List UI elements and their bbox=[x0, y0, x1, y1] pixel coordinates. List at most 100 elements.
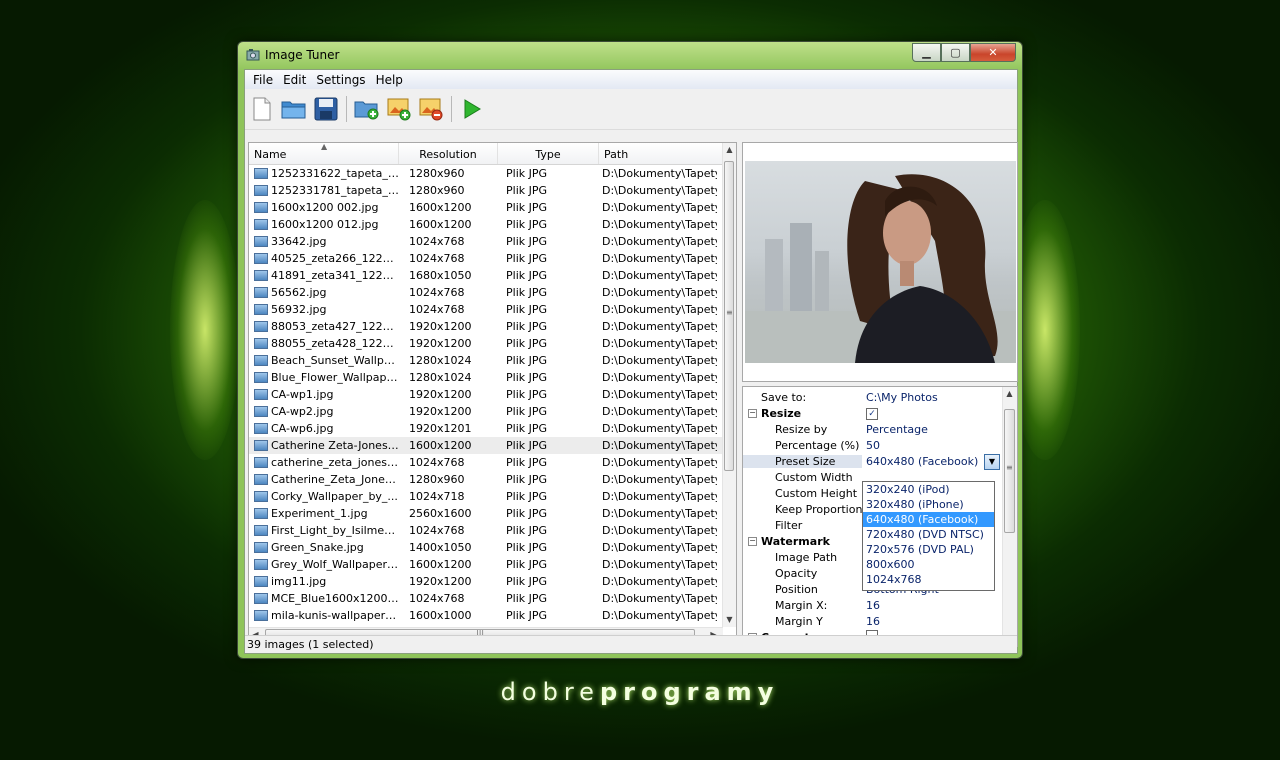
table-row[interactable]: Blue_Flower_Wallpaper... 1280x1024 Plik JP… bbox=[249, 369, 723, 386]
category-resize[interactable]: − Resize ✓ bbox=[743, 405, 1001, 421]
file-path: D:\Dokumenty\Tapety\ bbox=[602, 507, 717, 520]
file-path: D:\Dokumenty\Tapety\ bbox=[602, 320, 717, 333]
save-button[interactable] bbox=[312, 95, 340, 123]
column-resolution[interactable]: Resolution bbox=[399, 143, 498, 164]
scroll-down-icon[interactable]: ▼ bbox=[723, 613, 736, 627]
image-file-icon bbox=[254, 321, 268, 332]
prop-resize-by[interactable]: Resize by Percentage bbox=[743, 421, 1001, 437]
file-type: Plik JPG bbox=[506, 422, 548, 435]
table-row[interactable]: Corky_Wallpaper_by_... 1024x718 Plik JPG D:… bbox=[249, 488, 723, 505]
file-path: D:\Dokumenty\Tapety\ bbox=[602, 558, 717, 571]
menu-settings[interactable]: Settings bbox=[311, 73, 370, 87]
table-row[interactable]: 56562.jpg 1024x768 Plik JPG D:\Dokumenty\Ta… bbox=[249, 284, 723, 301]
minimize-button[interactable]: ▁ bbox=[912, 43, 941, 62]
table-row[interactable]: 40525_zeta266_122_4... 1024x768 Plik JPG D:… bbox=[249, 250, 723, 267]
image-file-icon bbox=[254, 610, 268, 621]
margin-y-field[interactable]: 16 bbox=[862, 615, 997, 628]
dropdown-option[interactable]: 720x480 (DVD NTSC) bbox=[863, 527, 994, 542]
menu-file[interactable]: File bbox=[248, 73, 278, 87]
maximize-button[interactable]: ▢ bbox=[941, 43, 970, 62]
table-row[interactable]: 33642.jpg 1024x768 Plik JPG D:\Dokumenty\Ta… bbox=[249, 233, 723, 250]
file-list[interactable]: Name Resolution Type Path ▲ 1252331622_t… bbox=[248, 142, 737, 644]
table-row[interactable]: CA-wp1.jpg 1920x1200 Plik JPG D:\Dokumenty\… bbox=[249, 386, 723, 403]
file-list-vertical-scrollbar[interactable]: ▲ ≡ ▼ bbox=[722, 143, 736, 627]
image-file-icon bbox=[254, 304, 268, 315]
scroll-up-icon[interactable]: ▲ bbox=[1003, 387, 1016, 401]
table-row[interactable]: Catherine_Zeta_Jones... 1280x960 Plik JPG D… bbox=[249, 471, 723, 488]
table-row[interactable]: 88055_zeta428_122_2... 1920x1200 Plik JPG D… bbox=[249, 335, 723, 352]
table-row[interactable]: First_Light_by_Isilmetri... 1024x768 Plik … bbox=[249, 522, 723, 539]
sort-ascending-icon: ▲ bbox=[321, 142, 328, 151]
collapse-icon[interactable]: − bbox=[748, 408, 757, 418]
prop-margin-x[interactable]: Margin X: 16 bbox=[743, 597, 1001, 613]
table-row[interactable]: Grey_Wolf_Wallpaper_... 1600x1200 Plik JPG… bbox=[249, 556, 723, 573]
prop-preset-size[interactable]: Preset Size 640x480 (Facebook) bbox=[743, 453, 1001, 469]
file-resolution: 1280x1024 bbox=[409, 354, 472, 367]
menu-help[interactable]: Help bbox=[371, 73, 408, 87]
table-row[interactable]: catherine_zeta_jones_... 1024x768 Plik JPG… bbox=[249, 454, 723, 471]
table-row[interactable]: CA-wp2.jpg 1920x1200 Plik JPG D:\Dokumenty\… bbox=[249, 403, 723, 420]
add-folder-button[interactable] bbox=[353, 95, 381, 123]
property-grid-scrollbar[interactable]: ▲ ≡ ▼ bbox=[1002, 387, 1017, 646]
dropdown-option[interactable]: 640x480 (Facebook) bbox=[863, 512, 994, 527]
file-path: D:\Dokumenty\Tapety\ bbox=[602, 456, 717, 469]
new-icon bbox=[253, 97, 271, 121]
prop-label: Position bbox=[775, 582, 818, 596]
save-to-field[interactable]: C:\My Photos bbox=[862, 391, 997, 404]
margin-x-field[interactable]: 16 bbox=[862, 599, 997, 612]
open-button[interactable] bbox=[280, 95, 308, 123]
dropdown-option[interactable]: 720x576 (DVD PAL) bbox=[863, 542, 994, 557]
file-path: D:\Dokumenty\Tapety\ bbox=[602, 422, 717, 435]
prop-label: Opacity bbox=[775, 566, 818, 580]
table-row[interactable]: 1600x1200 012.jpg 1600x1200 Plik JPG D:\Dok… bbox=[249, 216, 723, 233]
file-type: Plik JPG bbox=[506, 184, 548, 197]
prop-percentage[interactable]: Percentage (%) 50 bbox=[743, 437, 1001, 453]
percentage-field[interactable]: 50 bbox=[862, 439, 997, 452]
prop-save-to[interactable]: Save to: C:\My Photos bbox=[743, 389, 1001, 405]
run-button[interactable] bbox=[458, 95, 486, 123]
title-bar[interactable]: Image Tuner ▁ ▢ ✕ bbox=[238, 42, 1022, 68]
file-name: CA-wp2.jpg bbox=[271, 405, 334, 418]
file-path: D:\Dokumenty\Tapety\ bbox=[602, 609, 717, 622]
table-row[interactable]: CA-wp6.jpg 1920x1201 Plik JPG D:\Dokumenty\… bbox=[249, 420, 723, 437]
table-row[interactable]: Experiment_1.jpg 2560x1600 Plik JPG D:\Doku… bbox=[249, 505, 723, 522]
column-type[interactable]: Type bbox=[498, 143, 599, 164]
menu-edit[interactable]: Edit bbox=[278, 73, 311, 87]
file-name: 88055_zeta428_122_2... bbox=[271, 337, 399, 350]
resize-checkbox[interactable]: ✓ bbox=[866, 408, 878, 420]
table-row[interactable]: 1600x1200 002.jpg 1600x1200 Plik JPG D:\Dok… bbox=[249, 199, 723, 216]
table-row[interactable]: 56932.jpg 1024x768 Plik JPG D:\Dokumenty\Ta… bbox=[249, 301, 723, 318]
table-row[interactable]: img11.jpg 1920x1200 Plik JPG D:\Dokumenty\T… bbox=[249, 573, 723, 590]
dropdown-option[interactable]: 320x480 (iPhone) bbox=[863, 497, 994, 512]
minimize-icon: ▁ bbox=[922, 46, 931, 59]
file-type: Plik JPG bbox=[506, 575, 548, 588]
remove-image-button[interactable] bbox=[417, 95, 445, 123]
file-resolution: 1024x768 bbox=[409, 456, 465, 469]
preset-size-field[interactable]: 640x480 (Facebook) bbox=[862, 455, 997, 468]
dropdown-option[interactable]: 1024x768 bbox=[863, 572, 994, 587]
column-path[interactable]: Path bbox=[599, 143, 723, 164]
table-row[interactable]: 41891_zeta341_122_6... 1680x1050 Plik JPG D… bbox=[249, 267, 723, 284]
table-row[interactable]: MCE_Blue1600x1200.jpg 1024x768 Plik JPG D:\… bbox=[249, 590, 723, 607]
close-button[interactable]: ✕ bbox=[970, 43, 1016, 62]
image-file-icon bbox=[254, 253, 268, 264]
table-row[interactable]: Green_Snake.jpg 1400x1050 Plik JPG D:\Dokum… bbox=[249, 539, 723, 556]
resize-by-field[interactable]: Percentage bbox=[862, 423, 997, 436]
new-button[interactable] bbox=[248, 95, 276, 123]
file-name: 56932.jpg bbox=[271, 303, 327, 316]
dropdown-button[interactable]: ▼ bbox=[984, 454, 1000, 470]
table-row[interactable]: 1252331781_tapeta_zi... 1280x960 Plik JPG D… bbox=[249, 182, 723, 199]
table-row[interactable]: Catherine Zeta-Jones_... 1600x1200 Plik JP… bbox=[249, 437, 723, 454]
collapse-icon[interactable]: − bbox=[748, 536, 757, 546]
scroll-up-icon[interactable]: ▲ bbox=[723, 143, 736, 157]
table-row[interactable]: Beach_Sunset_Wallpap... 1280x1024 Plik JPG… bbox=[249, 352, 723, 369]
table-row[interactable]: 88053_zeta427_122_5... 1920x1200 Plik JPG D… bbox=[249, 318, 723, 335]
table-row[interactable]: 1252331622_tapeta_zi... 1280x960 Plik JPG D… bbox=[249, 165, 723, 182]
prop-margin-y[interactable]: Margin Y 16 bbox=[743, 613, 1001, 629]
dropdown-option[interactable]: 320x240 (iPod) bbox=[863, 482, 994, 497]
preset-size-dropdown[interactable]: 320x240 (iPod) 320x480 (iPhone) 640x480 (F… bbox=[862, 481, 995, 591]
add-image-button[interactable] bbox=[385, 95, 413, 123]
file-resolution: 1920x1200 bbox=[409, 388, 472, 401]
table-row[interactable]: mila-kunis-wallpapers_... 1600x1000 Plik J… bbox=[249, 607, 723, 624]
dropdown-option[interactable]: 800x600 bbox=[863, 557, 994, 572]
